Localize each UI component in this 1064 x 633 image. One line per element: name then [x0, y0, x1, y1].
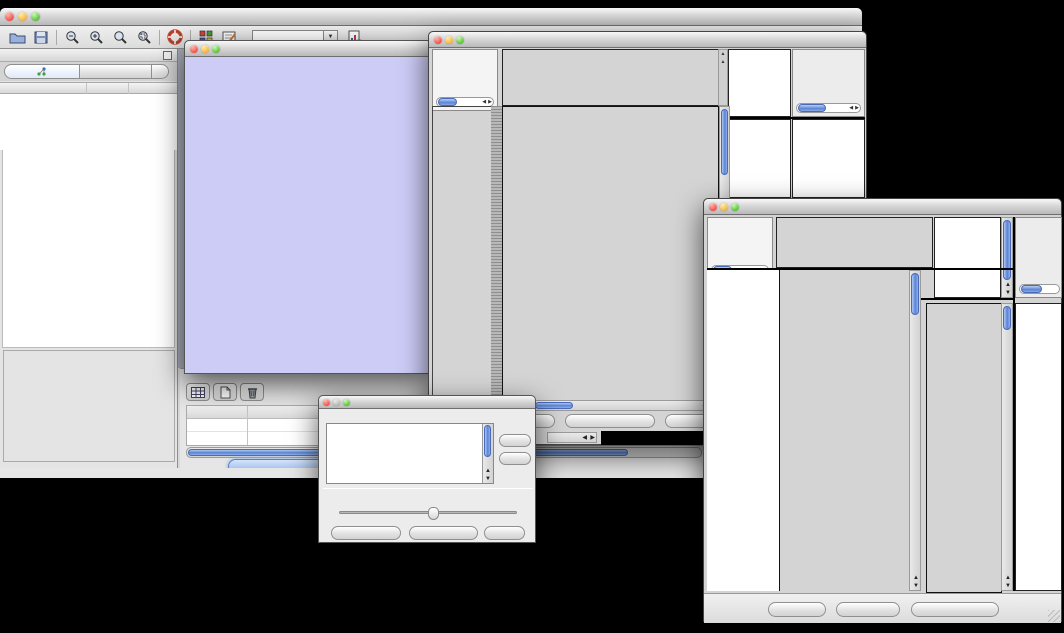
- toolbar-separator: [56, 30, 57, 45]
- close-button[interactable]: [434, 36, 442, 44]
- save-icon[interactable]: [29, 28, 53, 47]
- move-up-button[interactable]: [499, 434, 531, 447]
- heatmap-canvas[interactable]: [502, 106, 719, 401]
- gene-list-vscrollbar[interactable]: ▲ ▼: [1001, 303, 1013, 591]
- animate-vizmap-button[interactable]: [331, 526, 401, 540]
- column-dendrogram-canvas[interactable]: [776, 217, 933, 268]
- gene-dendrogram-canvas[interactable]: [707, 270, 779, 591]
- zoom-selected-icon[interactable]: [108, 28, 132, 47]
- attribute-grid-icon[interactable]: [186, 383, 210, 401]
- usage-hints-box: [1015, 217, 1062, 298]
- close-button[interactable]: [709, 203, 717, 211]
- tabs-overflow-button[interactable]: [152, 64, 169, 79]
- treeview-window-2: ◀▶ ▲ ▼ ▲ ▼ ▲ ▼: [703, 198, 1062, 622]
- attribute-list-vscrollbar[interactable]: ▲ ▼: [482, 424, 493, 483]
- usage-hscrollbar[interactable]: [1019, 284, 1060, 294]
- zoom-button[interactable]: [731, 203, 739, 211]
- network-view-1-canvas[interactable]: [185, 57, 431, 373]
- zoom-heatmap-canvas[interactable]: [926, 303, 1002, 593]
- settings-button[interactable]: [768, 602, 826, 617]
- float-panel-icon[interactable]: [163, 51, 172, 60]
- gene-strip: [491, 106, 502, 399]
- heatmap-vscrollbar[interactable]: ▲ ▼: [909, 270, 921, 591]
- network-list: [0, 94, 177, 150]
- zoom-view-empty: [601, 431, 704, 445]
- minimize-button[interactable]: [333, 399, 340, 406]
- column-dendrogram-canvas[interactable]: [502, 49, 719, 106]
- treeview-2-title: [704, 199, 1061, 214]
- tab-network[interactable]: [4, 64, 80, 79]
- treeview-2-footer: [704, 593, 1061, 623]
- network-tab-icon: [37, 67, 46, 76]
- zoom-matrix-pane[interactable]: [728, 119, 791, 198]
- resize-grip[interactable]: [1048, 610, 1060, 622]
- zoom-in-icon[interactable]: [84, 28, 108, 47]
- delete-trash-icon[interactable]: [240, 383, 264, 401]
- zoom-button[interactable]: [456, 36, 464, 44]
- new-page-icon[interactable]: [213, 383, 237, 401]
- dialog-title: [319, 396, 535, 408]
- minimize-button[interactable]: [720, 203, 728, 211]
- heatmap-canvas[interactable]: [779, 270, 910, 591]
- animation-slider[interactable]: [339, 511, 517, 514]
- network-table-header: [0, 82, 177, 94]
- export-graphics-button[interactable]: [565, 414, 655, 428]
- network-window-1-title: [185, 41, 431, 56]
- slider-thumb[interactable]: [428, 507, 439, 520]
- zoom-button[interactable]: [212, 45, 220, 53]
- dendro-mini-scrollbar[interactable]: ▲▲: [718, 49, 728, 106]
- move-down-button[interactable]: [499, 452, 531, 465]
- minimize-button[interactable]: [18, 12, 27, 21]
- column-labels-pane[interactable]: [728, 49, 791, 117]
- map-colors-dialog: ▲ ▼: [318, 395, 536, 543]
- zoom-button[interactable]: [31, 12, 40, 21]
- column-labels-vscrollbar[interactable]: ▲ ▼: [1001, 217, 1013, 298]
- minimize-button[interactable]: [445, 36, 453, 44]
- minimize-button[interactable]: [201, 45, 209, 53]
- treeview-1-title: [429, 32, 866, 47]
- main-titlebar[interactable]: [0, 8, 862, 26]
- zoom-fit-icon[interactable]: [132, 28, 156, 47]
- gene-dendrogram-canvas[interactable]: [432, 106, 492, 401]
- network-window-1[interactable]: [184, 40, 432, 374]
- open-folder-icon[interactable]: [5, 28, 29, 47]
- zoom-button[interactable]: [343, 399, 350, 406]
- usage-hints-box: ◀▶: [792, 49, 865, 117]
- zoom-out-icon[interactable]: [60, 28, 84, 47]
- export-graphics-button[interactable]: [911, 602, 999, 617]
- gene-labels-pane[interactable]: [1015, 303, 1062, 591]
- attribute-list[interactable]: ▲ ▼: [326, 423, 494, 484]
- toolbar-separator: [159, 30, 160, 45]
- view-status-box: ◀▶: [432, 49, 498, 111]
- desktop: ▼: [0, 0, 1064, 633]
- close-button[interactable]: [190, 45, 198, 53]
- control-panel-tabs: [0, 62, 177, 81]
- done-button[interactable]: [484, 526, 525, 540]
- network-overview-canvas[interactable]: [3, 350, 175, 462]
- column-labels-pane[interactable]: [934, 217, 1001, 298]
- close-button[interactable]: [323, 399, 330, 406]
- tab-vizmapper[interactable]: [80, 64, 152, 79]
- zoom-row-labels-pane[interactable]: [792, 119, 865, 198]
- main-window-title: [0, 8, 600, 25]
- zoom-hscrollbar[interactable]: ◀ ▶: [547, 432, 597, 443]
- network-tree-area[interactable]: [2, 150, 175, 348]
- close-button[interactable]: [5, 12, 14, 21]
- control-panel: [0, 49, 178, 468]
- save-data-button[interactable]: [836, 602, 900, 617]
- usage-hscrollbar[interactable]: ◀▶: [796, 103, 861, 113]
- create-vizmap-button[interactable]: [409, 526, 478, 540]
